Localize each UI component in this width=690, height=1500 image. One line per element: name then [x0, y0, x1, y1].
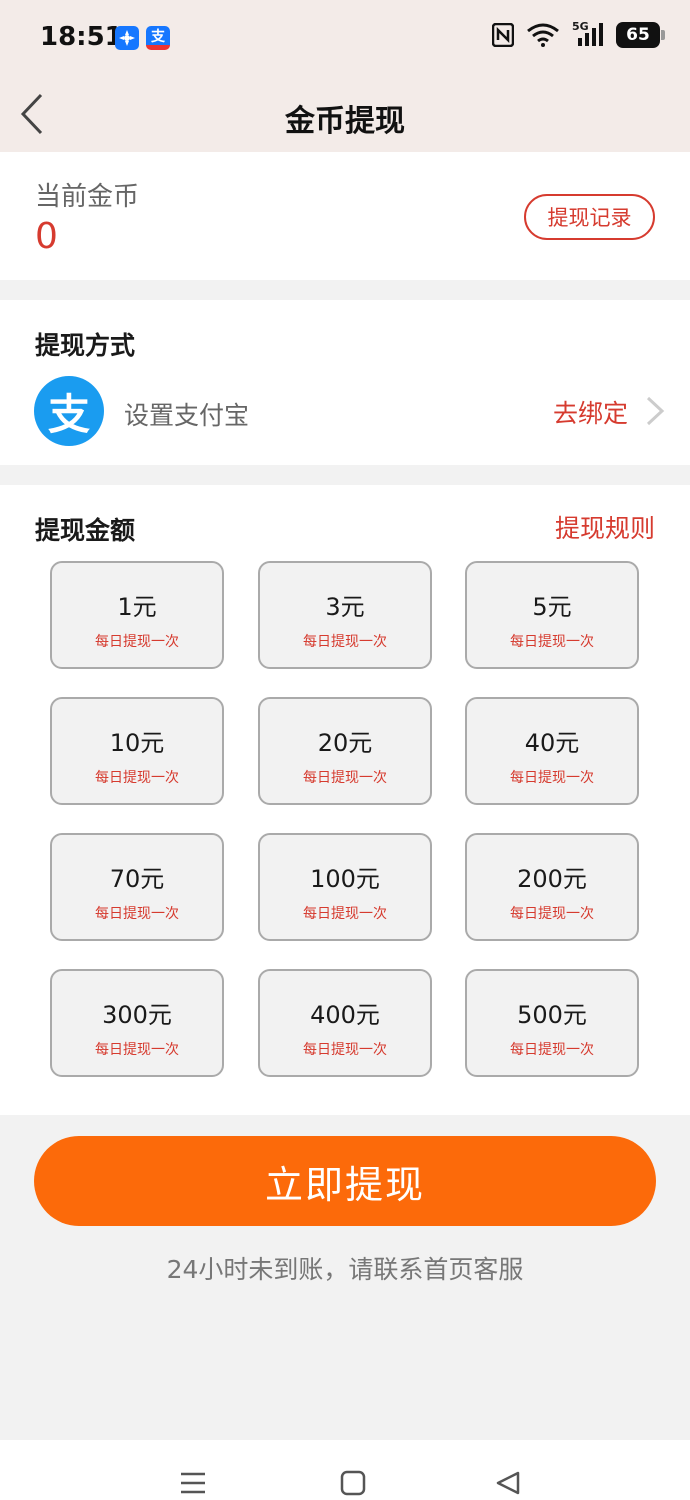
amount-note: 每日提现一次 — [95, 1042, 179, 1058]
amount-value: 1元 — [117, 593, 157, 621]
amount-tile-3[interactable]: 3元每日提现一次 — [258, 561, 432, 669]
amount-title: 提现金额 — [35, 516, 136, 545]
alipay-label: 设置支付宝 — [124, 401, 250, 430]
amount-note: 每日提现一次 — [510, 1042, 594, 1058]
amount-note: 每日提现一次 — [303, 1042, 387, 1058]
amount-value: 400元 — [310, 1001, 380, 1029]
amount-note: 每日提现一次 — [95, 906, 179, 922]
menu-icon[interactable] — [178, 1470, 208, 1496]
nfc-icon — [492, 23, 514, 47]
amount-note: 每日提现一次 — [303, 906, 387, 922]
battery-indicator: 65 — [616, 22, 665, 48]
amount-tile-400[interactable]: 400元每日提现一次 — [258, 969, 432, 1077]
amount-value: 40元 — [524, 729, 580, 757]
amount-tile-200[interactable]: 200元每日提现一次 — [465, 833, 639, 941]
amount-note: 每日提现一次 — [95, 634, 179, 650]
amount-value: 20元 — [317, 729, 373, 757]
amount-value: 70元 — [109, 865, 165, 893]
alipay-app-icon: 支 — [146, 26, 170, 50]
back-triangle-icon[interactable] — [494, 1470, 524, 1496]
withdraw-record-button[interactable]: 提现记录 — [524, 194, 655, 240]
support-hint: 24小时未到账，请联系首页客服 — [166, 1255, 524, 1284]
amount-value: 10元 — [109, 729, 165, 757]
amount-tile-300[interactable]: 300元每日提现一次 — [50, 969, 224, 1077]
alipay-bind-row[interactable]: 支 设置支付宝 去绑定 — [0, 368, 690, 452]
status-time: 18:51 — [40, 22, 123, 52]
amount-tile-5[interactable]: 5元每日提现一次 — [465, 561, 639, 669]
amount-value: 100元 — [310, 865, 380, 893]
rules-link[interactable]: 提现规则 — [555, 509, 655, 545]
coins-label: 当前金币 — [35, 182, 140, 212]
amount-value: 300元 — [102, 1001, 172, 1029]
chevron-right-icon — [646, 396, 665, 426]
coins-value: 0 — [35, 216, 58, 257]
pinwheel-app-icon — [115, 26, 139, 50]
amount-value: 5元 — [532, 593, 572, 621]
wifi-icon — [527, 23, 559, 47]
bind-link[interactable]: 去绑定 — [553, 394, 628, 430]
amount-note: 每日提现一次 — [510, 770, 594, 786]
withdraw-now-button[interactable]: 立即提现 — [34, 1136, 656, 1226]
amount-note: 每日提现一次 — [510, 634, 594, 650]
nav-bar: 金币提现 — [0, 76, 690, 152]
home-icon[interactable] — [338, 1470, 368, 1496]
amount-note: 每日提现一次 — [95, 770, 179, 786]
amount-tile-10[interactable]: 10元每日提现一次 — [50, 697, 224, 805]
amount-note: 每日提现一次 — [303, 634, 387, 650]
status-bar: 18:51 支 5G 65 — [0, 0, 690, 76]
amount-tile-20[interactable]: 20元每日提现一次 — [258, 697, 432, 805]
amount-note: 每日提现一次 — [510, 906, 594, 922]
method-title: 提现方式 — [35, 331, 136, 360]
amount-value: 3元 — [325, 593, 365, 621]
amount-tile-1[interactable]: 1元每日提现一次 — [50, 561, 224, 669]
system-nav-bar — [0, 1440, 690, 1500]
signal-icon: 5G — [572, 20, 604, 48]
amount-tile-40[interactable]: 40元每日提现一次 — [465, 697, 639, 805]
amount-tile-500[interactable]: 500元每日提现一次 — [465, 969, 639, 1077]
page-title: 金币提现 — [285, 104, 405, 139]
amount-value: 200元 — [517, 865, 587, 893]
status-right: 5G 65 — [492, 20, 665, 48]
amount-tile-70[interactable]: 70元每日提现一次 — [50, 833, 224, 941]
amount-tile-100[interactable]: 100元每日提现一次 — [258, 833, 432, 941]
amount-value: 500元 — [517, 1001, 587, 1029]
amount-note: 每日提现一次 — [303, 770, 387, 786]
coins-card: 当前金币 0 提现记录 — [0, 152, 690, 280]
method-card: 提现方式 支 设置支付宝 去绑定 — [0, 300, 690, 465]
alipay-icon: 支 — [34, 376, 104, 446]
amount-card: 提现金额 提现规则 1元每日提现一次 3元每日提现一次 5元每日提现一次 10元… — [0, 485, 690, 1115]
